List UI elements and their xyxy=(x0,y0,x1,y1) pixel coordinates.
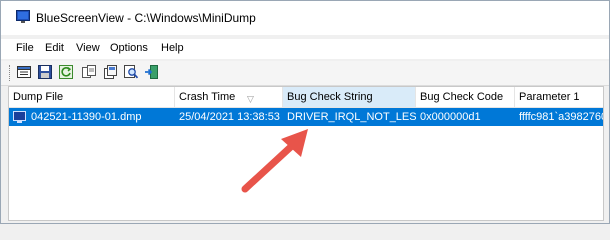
copy-icon[interactable] xyxy=(81,64,97,80)
column-label: Dump File xyxy=(13,91,64,103)
bluescreen-app-icon xyxy=(16,10,30,23)
annotation-arrow xyxy=(241,129,308,193)
column-header-parameter-1[interactable]: Parameter 1 xyxy=(515,87,603,107)
column-header-dump-file[interactable]: Dump File xyxy=(9,87,175,107)
toolbar-grip[interactable] xyxy=(9,65,12,81)
find-icon[interactable] xyxy=(123,64,139,80)
bluescreenview-window: BlueScreenView - C:\Windows\MiniDump Fil… xyxy=(0,0,610,224)
title-bar[interactable]: BlueScreenView - C:\Windows\MiniDump xyxy=(1,1,609,35)
column-label: Crash Time xyxy=(179,91,236,103)
properties-icon[interactable] xyxy=(16,64,32,80)
menu-view[interactable]: View xyxy=(76,42,100,54)
window-title: BlueScreenView - C:\Windows\MiniDump xyxy=(36,11,256,25)
column-header-bug-check-string[interactable]: Bug Check String xyxy=(283,87,416,107)
column-label: Parameter 1 xyxy=(519,91,580,103)
report-icon[interactable] xyxy=(102,64,118,80)
column-label: Bug Check String xyxy=(287,91,373,103)
menu-help[interactable]: Help xyxy=(161,42,184,54)
toolbar xyxy=(1,61,609,86)
menu-options[interactable]: Options xyxy=(110,42,148,54)
cell-parameter-1: ffffc981`a3982760 xyxy=(519,111,604,123)
cell-dump-file: 042521-11390-01.dmp xyxy=(31,111,142,123)
menu-file[interactable]: File xyxy=(16,42,34,54)
column-label: Bug Check Code xyxy=(420,91,504,103)
column-header-bug-check-code[interactable]: Bug Check Code xyxy=(416,87,515,107)
menu-bar: File Edit View Options Help xyxy=(1,39,609,59)
sort-indicator-icon: ▽ xyxy=(247,94,254,104)
exit-icon[interactable] xyxy=(144,64,160,80)
column-header-crash-time[interactable]: Crash Time ▽ xyxy=(175,87,283,107)
dump-file-icon xyxy=(13,111,26,123)
refresh-icon[interactable] xyxy=(58,64,74,80)
list-header: Dump File Crash Time ▽ Bug Check String … xyxy=(9,87,603,108)
save-icon[interactable] xyxy=(37,64,53,80)
menu-edit[interactable]: Edit xyxy=(45,42,64,54)
cell-bug-check-code: 0x000000d1 xyxy=(420,111,481,123)
